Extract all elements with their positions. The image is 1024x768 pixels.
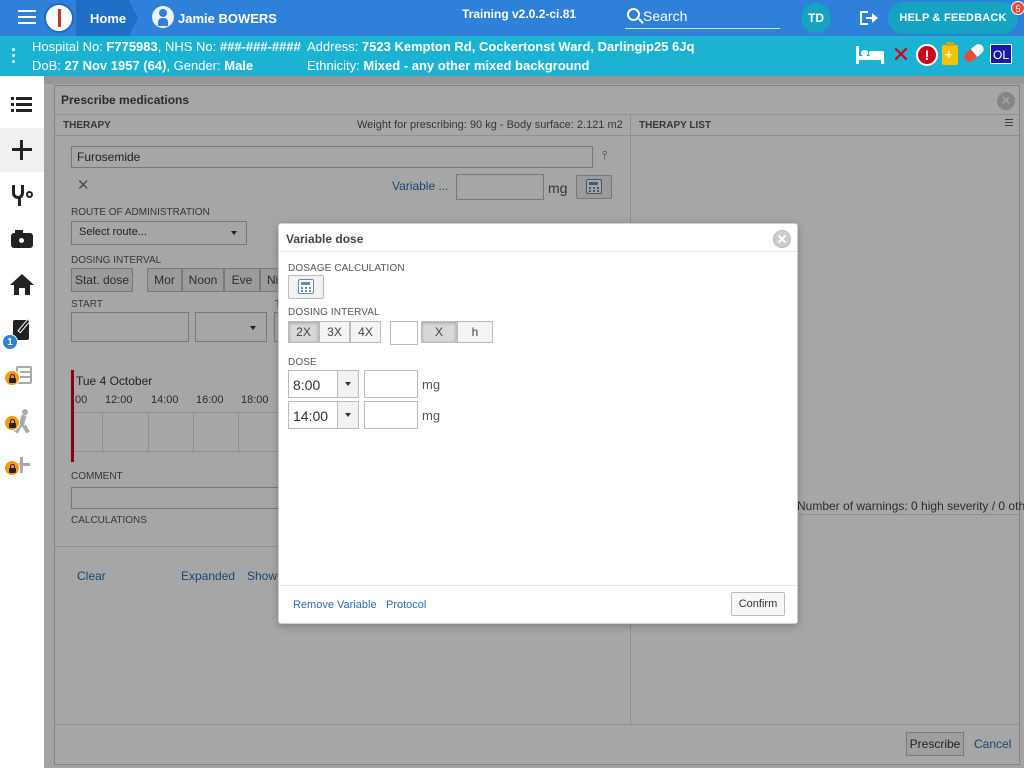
- more-options-icon[interactable]: [12, 48, 16, 66]
- dose-amount-input[interactable]: [364, 401, 418, 429]
- document-edit-icon[interactable]: 1: [0, 308, 44, 352]
- calculator-icon: [298, 279, 314, 294]
- dob-label: DoB:: [32, 58, 65, 73]
- unit-hours-button[interactable]: h: [457, 321, 493, 343]
- help-notification-badge: 5: [1011, 1, 1024, 15]
- lock-icon: [4, 370, 20, 386]
- ethnicity-value: Mixed - any other mixed background: [363, 58, 590, 73]
- top-bar: Home Jamie BOWERS Training v2.0.2-ci.81 …: [0, 0, 1024, 36]
- chevron-down-icon[interactable]: [337, 401, 359, 429]
- frequency-3x-button[interactable]: 3X: [319, 321, 350, 343]
- ol-badge[interactable]: OL: [990, 44, 1012, 64]
- home-label[interactable]: Home: [90, 11, 126, 26]
- frequency-4x-button[interactable]: 4X: [350, 321, 381, 343]
- ethnicity-label: Ethnicity:: [307, 58, 364, 73]
- search-box[interactable]: [625, 5, 780, 29]
- user-avatar[interactable]: TD: [801, 3, 831, 33]
- stethoscope-icon[interactable]: [0, 173, 44, 217]
- menu-icon[interactable]: [18, 10, 36, 26]
- dialog-footer-divider: [279, 585, 797, 586]
- patient-icon: [152, 6, 174, 28]
- alert-icon[interactable]: !: [916, 44, 938, 66]
- dosage-calculation-label: DOSAGE CALCULATION: [288, 263, 405, 274]
- help-feedback-button[interactable]: HELP & FEEDBACK: [888, 2, 1018, 34]
- ethnicity-line: Ethnicity: Mixed - any other mixed backg…: [307, 58, 589, 73]
- dialog-close-icon[interactable]: [773, 230, 791, 248]
- nhs-no-value: ###-###-####: [219, 39, 301, 54]
- hospital-number-line: Hospital No: F775983, NHS No: ###-###-##…: [32, 39, 301, 54]
- clipboard-icon[interactable]: [0, 354, 44, 398]
- lock-icon: [4, 460, 20, 476]
- dose-unit-label: mg: [422, 408, 441, 423]
- address-label: Address:: [307, 39, 362, 54]
- variable-dose-dialog: Variable dose DOSAGE CALCULATION DOSING …: [278, 223, 798, 624]
- red-x-icon[interactable]: ✕: [890, 44, 912, 66]
- logout-icon[interactable]: [860, 9, 880, 27]
- dialog-dosing-interval-label: DOSING INTERVAL: [288, 307, 380, 318]
- dob-line: DoB: 27 Nov 1957 (64), Gender: Male: [32, 58, 253, 73]
- confirm-button[interactable]: Confirm: [731, 592, 785, 616]
- dob-value: 27 Nov 1957 (64): [64, 58, 167, 73]
- dose-time-field[interactable]: 8:00: [288, 370, 338, 398]
- gender-label: , Gender:: [166, 58, 225, 73]
- dialog-header-divider: [279, 251, 797, 252]
- protocol-link[interactable]: Protocol: [386, 599, 426, 611]
- patient-name[interactable]: Jamie BOWERS: [178, 11, 277, 26]
- app-logo: [44, 3, 74, 33]
- nhs-no-label: , NHS No:: [157, 39, 220, 54]
- dosage-calculator-button[interactable]: [288, 275, 324, 299]
- walking-person-icon[interactable]: [0, 399, 44, 443]
- dose-time-field[interactable]: 14:00: [288, 401, 338, 429]
- document-count-badge: 1: [2, 334, 18, 350]
- interval-input[interactable]: [390, 321, 418, 345]
- list-icon[interactable]: [0, 82, 44, 126]
- medical-plus-icon[interactable]: [0, 444, 44, 488]
- patient-info-bar: Hospital No: F775983, NHS No: ###-###-##…: [0, 36, 1024, 76]
- version-label: Training v2.0.2-ci.81: [462, 7, 577, 21]
- frequency-2x-button[interactable]: 2X: [288, 321, 319, 343]
- hospital-no-value: F775983: [106, 39, 158, 54]
- plus-icon[interactable]: [0, 128, 44, 172]
- medicine-bottle-icon[interactable]: [942, 42, 958, 65]
- dose-unit-label: mg: [422, 377, 441, 392]
- chevron-down-icon[interactable]: [337, 370, 359, 398]
- search-icon: [627, 8, 640, 21]
- pill-icon[interactable]: [962, 42, 986, 64]
- hospital-no-label: Hospital No:: [32, 39, 107, 54]
- dialog-title: Variable dose: [286, 232, 364, 246]
- bed-icon[interactable]: [856, 46, 884, 64]
- camera-icon[interactable]: [0, 218, 44, 262]
- address-value: 7523 Kempton Rd, Cockertonst Ward, Darli…: [361, 39, 695, 54]
- dose-amount-input[interactable]: [364, 370, 418, 398]
- gender-value: Male: [224, 58, 254, 73]
- search-input[interactable]: [643, 6, 773, 26]
- address-line: Address: 7523 Kempton Rd, Cockertonst Wa…: [307, 39, 694, 54]
- home-icon[interactable]: [0, 263, 44, 307]
- remove-variable-link[interactable]: Remove Variable: [293, 599, 377, 611]
- lock-icon: [4, 415, 20, 431]
- dose-label: DOSE: [288, 357, 317, 368]
- left-nav-rail: 1: [0, 76, 44, 768]
- unit-times-button[interactable]: X: [421, 321, 457, 343]
